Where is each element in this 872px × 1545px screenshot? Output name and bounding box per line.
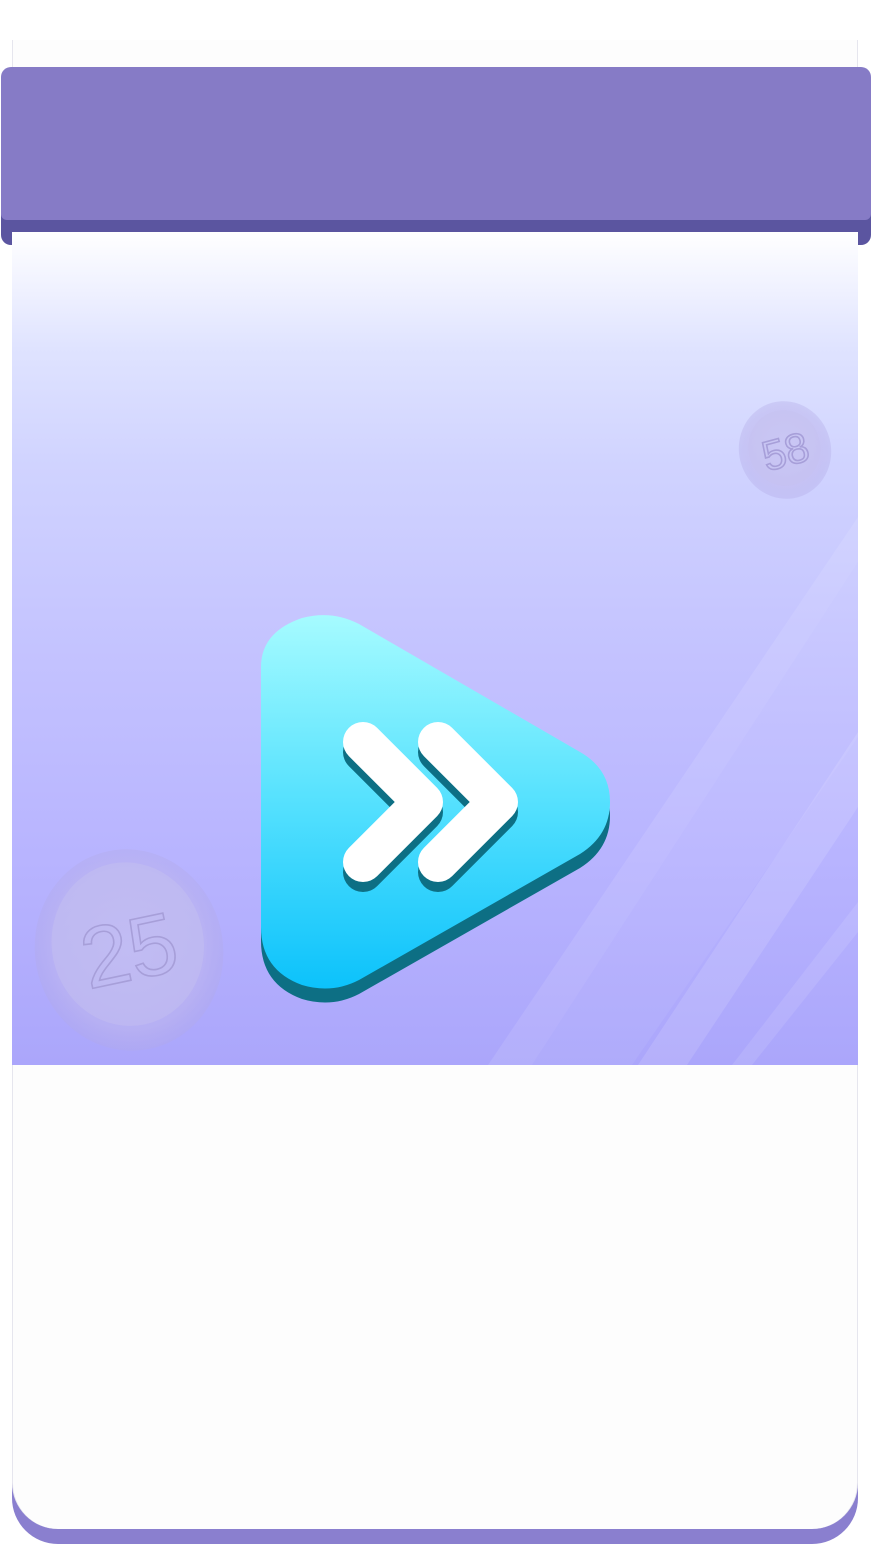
hero-artwork: 25 58 <box>34 401 858 1065</box>
game-card-screen: 25 58 <box>0 0 872 1545</box>
game-hero-image[interactable]: 25 58 <box>12 232 858 1065</box>
header-banner <box>1 67 871 220</box>
fast-forward-play-icon[interactable] <box>261 615 610 1003</box>
coin-icon: 25 <box>34 849 224 1051</box>
coin-label-25: 25 <box>72 894 186 1008</box>
coin-icon: 58 <box>738 401 832 499</box>
